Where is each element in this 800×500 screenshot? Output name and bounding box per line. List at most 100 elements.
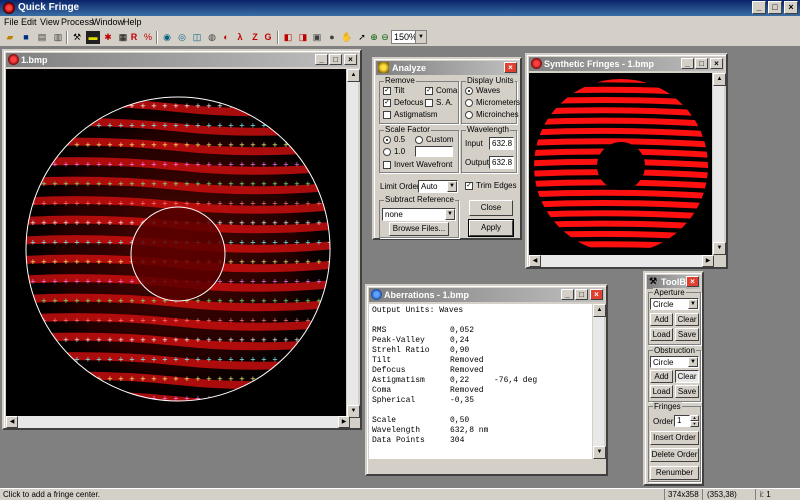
obstruction-clear-button[interactable]: Clear (675, 370, 699, 383)
r-icon[interactable]: R (127, 31, 141, 44)
maximize-button[interactable]: □ (695, 58, 708, 69)
close-button[interactable]: × (784, 1, 798, 14)
synthetic-icon[interactable]: ◧ (281, 31, 295, 44)
aperture-clear-button[interactable]: Clear (675, 313, 699, 326)
close-button[interactable]: Close (469, 200, 513, 216)
vertical-scrollbar[interactable]: ▲ ▼ (712, 73, 726, 255)
menu-edit[interactable]: Edit (21, 17, 37, 27)
close-button[interactable]: × (590, 289, 603, 300)
minimize-button[interactable]: _ (315, 54, 328, 65)
browse-files-button[interactable]: Browse Files... (389, 222, 449, 236)
menu-view[interactable]: View (40, 17, 59, 27)
scroll-up-arrow[interactable]: ▲ (713, 73, 726, 86)
apply-button[interactable]: Apply (468, 219, 514, 237)
microinches-radio[interactable] (465, 111, 473, 119)
close-button[interactable]: × (344, 54, 357, 65)
invert-wavefront-checkbox[interactable] (383, 161, 391, 169)
limit-order-select[interactable]: Auto ▼ (418, 180, 458, 193)
menu-file[interactable]: File (4, 17, 19, 27)
vertical-scrollbar[interactable]: ▲ ▼ (592, 304, 606, 459)
wavefront-3d-icon[interactable]: ◉ (160, 31, 174, 44)
aberrations-window[interactable]: Aberrations - 1.bmp _ □ × Output Units: … (365, 284, 608, 476)
scroll-left-arrow[interactable]: ◀ (529, 255, 541, 267)
close-button[interactable]: × (686, 276, 699, 287)
aperture-add-button[interactable]: Add (650, 313, 673, 326)
vertical-scrollbar[interactable]: ▲ ▼ (346, 69, 360, 418)
zoom-select[interactable]: 150% ▼ (391, 30, 427, 44)
aperture-shape-select[interactable]: Circle ▼ (650, 298, 699, 310)
aperture-load-button[interactable]: Load (650, 328, 673, 341)
coma-checkbox[interactable]: ✓ (425, 87, 433, 95)
obstruction-load-button[interactable]: Load (650, 385, 673, 398)
order-field[interactable]: 1 (674, 415, 690, 427)
input-wavelength-field[interactable]: 632.8 (489, 137, 514, 150)
aberrations-text[interactable]: Output Units: Waves RMS 0,052 Peak-Valley 0… (369, 304, 594, 459)
sphere-icon[interactable]: ● (325, 31, 339, 44)
tilt-checkbox[interactable]: ✓ (383, 87, 391, 95)
output-wavelength-field[interactable]: 632.8 (489, 156, 514, 169)
lambda-icon[interactable]: λ (233, 31, 247, 44)
print-icon[interactable]: ▤ (35, 31, 49, 44)
astigmatism-checkbox[interactable] (383, 111, 391, 119)
obstruction-add-button[interactable]: Add (650, 370, 673, 383)
scroll-up-arrow[interactable]: ▲ (593, 304, 606, 317)
sa-checkbox[interactable] (425, 99, 433, 107)
scale-05-radio[interactable] (383, 136, 391, 144)
contour-icon[interactable]: ◎ (175, 31, 189, 44)
minimize-button[interactable]: _ (752, 1, 766, 14)
synthetic-window[interactable]: Synthetic Fringes - 1.bmp _ □ × ▲ ▼ ◀ ▶ (525, 53, 728, 269)
profile-icon[interactable]: ◫ (190, 31, 204, 44)
obstruction-save-button[interactable]: Save (675, 385, 699, 398)
image-window[interactable]: 1.bmp _ □ × + + + + + + + + + + + + + + + + + + + + + + + + + + + +… (2, 49, 362, 430)
analyze-dialog[interactable]: Analyze × Remove ✓ Tilt ✓ Coma ✓ Defocus… (372, 57, 522, 240)
trim-edges-checkbox[interactable]: ✓ (465, 182, 473, 190)
horizontal-scrollbar[interactable]: ◀ ▶ (529, 255, 714, 267)
scroll-down-arrow[interactable]: ▼ (593, 446, 606, 459)
defocus-checkbox[interactable]: ✓ (383, 99, 391, 107)
horizontal-scrollbar[interactable]: ◀ ▶ (6, 416, 350, 428)
renumber-button[interactable]: Renumber (650, 466, 699, 480)
close-button[interactable]: × (710, 58, 723, 69)
delete-order-button[interactable]: Delete Order (650, 448, 699, 462)
order-down-arrow[interactable]: ▼ (690, 421, 699, 427)
print-preview-icon[interactable]: ▥ (51, 31, 65, 44)
subtract-reference-select[interactable]: none ▼ (382, 208, 456, 221)
menu-help[interactable]: Help (123, 17, 142, 27)
fringe-points-icon[interactable]: ✱ (101, 31, 115, 44)
minimize-button[interactable]: _ (681, 58, 694, 69)
hand-icon[interactable]: ✋ (340, 31, 354, 44)
interferogram-icon[interactable]: ◐ (219, 31, 233, 44)
minimize-button[interactable]: _ (561, 289, 574, 300)
z-icon[interactable]: Z (248, 31, 262, 44)
menu-process[interactable]: Process (61, 17, 94, 27)
save-icon[interactable]: ■ (19, 31, 33, 44)
maximize-button[interactable]: □ (768, 1, 782, 14)
custom-radio[interactable] (415, 136, 423, 144)
tools-icon[interactable]: ⚒ (70, 31, 84, 44)
micrometers-radio[interactable] (465, 99, 473, 107)
aperture-save-button[interactable]: Save (675, 328, 699, 341)
obstruction-shape-select[interactable]: Circle ▼ (650, 356, 699, 368)
menu-window[interactable]: Window (92, 17, 124, 27)
stack-icon[interactable]: ▣ (310, 31, 324, 44)
g-icon[interactable]: G (261, 31, 275, 44)
waves-radio[interactable] (465, 87, 473, 95)
overlay-icon[interactable]: ◨ (296, 31, 310, 44)
scale-10-radio[interactable] (383, 148, 391, 156)
open-icon[interactable]: ▰ (3, 31, 17, 44)
scroll-right-arrow[interactable]: ▶ (702, 255, 714, 267)
maximize-button[interactable]: □ (575, 289, 588, 300)
zoom-out-icon[interactable]: ⊖ (378, 31, 392, 44)
toolbox-window[interactable]: ⚒ ToolBox × Aperture Circle ▼ Add Clear … (643, 271, 704, 486)
scroll-down-arrow[interactable]: ▼ (713, 242, 726, 255)
insert-order-button[interactable]: Insert Order (650, 431, 699, 445)
interferogram-canvas[interactable]: + + + + + + + + + + + + + + + + + + + + + + + + + + + + + + + + + + + + + + + +… (6, 69, 350, 418)
close-button[interactable]: × (504, 62, 517, 73)
image-icon[interactable]: ▬ (86, 31, 100, 44)
percent-icon[interactable]: % (141, 31, 155, 44)
maximize-button[interactable]: □ (329, 54, 342, 65)
scroll-right-arrow[interactable]: ▶ (338, 416, 350, 428)
custom-scale-field[interactable] (415, 146, 453, 157)
scroll-up-arrow[interactable]: ▲ (347, 69, 360, 82)
fringe-icon[interactable]: ◍ (205, 31, 219, 44)
